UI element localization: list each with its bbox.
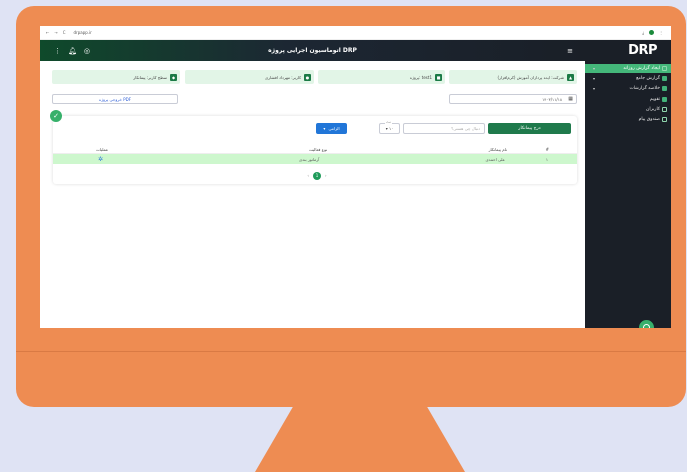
row-name: علی احمدی — [485, 156, 505, 162]
chat-button[interactable] — [639, 320, 654, 328]
calendar-icon — [662, 97, 667, 102]
sidebar-item-inbox[interactable]: صندوق پیام — [585, 115, 671, 124]
company-card: شرکت: ایده پردازان آموزش (کرم‌افزار) ▲ — [449, 70, 577, 84]
summary-icon — [662, 86, 667, 91]
check-icon: ✓ — [50, 110, 62, 122]
inbox-icon — [662, 117, 667, 122]
users-icon — [662, 107, 667, 112]
reload-icon[interactable]: C — [63, 30, 66, 35]
required-filter-button[interactable]: ▾ الزامی — [316, 123, 347, 134]
header-index: # — [545, 146, 549, 152]
header-activity: نوع فعالیت — [309, 146, 328, 152]
search-input[interactable]: دنبال چی هستی؟ — [403, 123, 485, 134]
header-actions: عملیات — [96, 146, 109, 152]
table-row[interactable]: ۱ علی احمدی آرماتور بندی ✲ — [53, 154, 577, 164]
browser-menu-icon[interactable]: ⋮ — [659, 30, 663, 35]
row-index: ۱ — [545, 156, 548, 162]
row-activity: آرماتور بندی — [299, 156, 320, 162]
chevron-down-icon: ▾ — [593, 86, 596, 91]
per-page-select[interactable]: تعداد ▾ ۱۰ — [379, 121, 400, 134]
document-icon — [662, 76, 667, 81]
sidebar-item-calendar[interactable]: تقویم — [585, 95, 671, 104]
chevron-down-icon: ▾ — [323, 126, 326, 131]
settings-gear-icon[interactable]: ✲ — [98, 154, 103, 164]
back-icon[interactable]: ← — [46, 30, 49, 35]
address-bar[interactable]: drpapp.ir — [74, 30, 92, 35]
browser-bar: ← → C drpapp.ir ⤓ ⋮ — [40, 26, 671, 40]
forward-icon[interactable]: → — [54, 30, 57, 35]
sidebar: DRP ▾ ایجاد گزارش روزانه ▾ گزارش جامع ▾ … — [585, 40, 671, 328]
chat-icon — [643, 324, 650, 328]
chevron-down-icon: ▾ — [593, 66, 596, 71]
calendar-icon: ▦ — [568, 96, 573, 102]
sidebar-item-summary[interactable]: ▾ خلاصه گزارشات — [585, 84, 671, 93]
monitor-stand — [255, 407, 465, 472]
logo: DRP — [628, 43, 657, 58]
sidebar-item-users[interactable]: کاربران — [585, 105, 671, 114]
sidebar-item-daily-report[interactable]: ▾ ایجاد گزارش روزانه — [585, 64, 671, 73]
user-icon: ● — [304, 73, 311, 81]
browser-nav: ← → C — [46, 30, 66, 35]
hamburger-icon[interactable]: ≡ — [567, 47, 573, 55]
download-icon[interactable]: ⤓ — [642, 30, 644, 35]
page-1-button[interactable]: 1 — [313, 171, 321, 180]
access-card: سطح کاربر: پیمانکار ◆ — [52, 70, 180, 84]
screen: ← → C drpapp.ir ⤓ ⋮ ⋮ 🔔︎ ◎ اتوماسیون اجر… — [40, 26, 671, 328]
sidebar-item-full-report[interactable]: ▾ گزارش جامع — [585, 74, 671, 83]
profile-avatar[interactable] — [649, 30, 654, 35]
monitor-chin — [16, 351, 686, 352]
page-title: اتوماسیون اجرایی پروژه DRP — [268, 47, 357, 54]
pdf-export-button[interactable]: خروجی پروژه PDF — [52, 94, 178, 104]
app-header: ⋮ 🔔︎ ◎ اتوماسیون اجرایی پروژه DRP ≡ — [40, 40, 585, 61]
project-card: پروژه: test1 ■ — [318, 70, 445, 84]
add-contractor-button[interactable]: درج پیمانکار — [488, 123, 571, 134]
chevron-down-icon: ▾ — [593, 76, 596, 81]
building-icon: ▲ — [567, 73, 574, 81]
date-picker[interactable]: ۱۴۰۳/۱۱/۱۸ ▦ — [449, 94, 577, 104]
pagination: ‹ 1 › — [297, 171, 337, 180]
report-icon — [662, 66, 667, 71]
header-name: نام پیمانکار — [488, 146, 507, 152]
project-icon: ■ — [435, 73, 442, 81]
table-header: # نام پیمانکار نوع فعالیت عملیات — [53, 145, 577, 154]
prev-page-button[interactable]: ‹ — [307, 173, 309, 178]
next-page-button[interactable]: › — [325, 173, 327, 178]
user-card: کاربر: مهرداد افشاری ● — [185, 70, 314, 84]
role-icon: ◆ — [170, 73, 177, 81]
